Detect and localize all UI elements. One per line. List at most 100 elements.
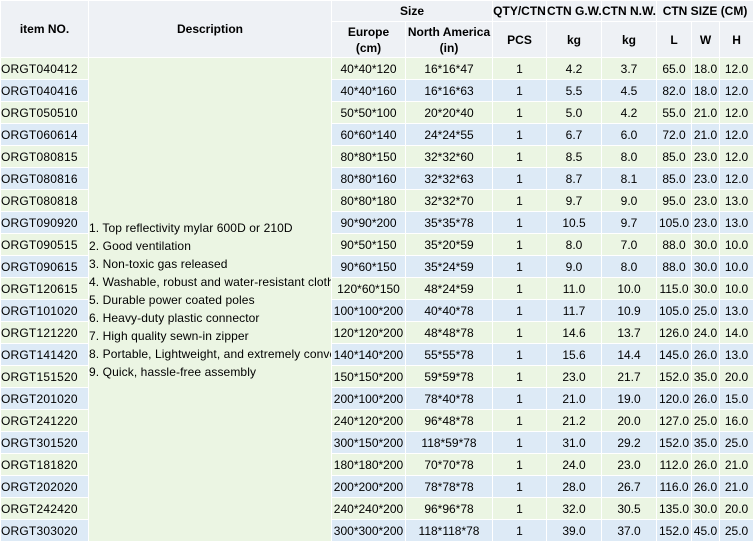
header-w: W <box>691 21 721 58</box>
net-weight-cell: 9.7 <box>601 211 658 234</box>
europe-size-cell: 120*60*150 <box>331 277 406 300</box>
europe-size-cell: 80*80*180 <box>331 189 406 212</box>
width-cell: 26.0 <box>691 453 721 476</box>
feature-item: 1. Top reflectivity mylar 600D or 210D <box>89 220 293 235</box>
north-america-size-cell: 118*118*78 <box>404 519 494 542</box>
header-qty-per-ctn: QTY/CTN <box>492 0 548 22</box>
table-row: ORGT040412 1. Top reflectivity mylar 600D… <box>0 57 754 542</box>
net-weight-cell: 29.2 <box>601 431 658 454</box>
header-europe-unit: (cm) <box>355 40 382 55</box>
pcs-cell: 1 <box>492 101 548 124</box>
north-america-size-cell: 78*78*78 <box>404 475 494 498</box>
length-cell: 112.0 <box>656 453 693 476</box>
header-north-america-unit: (in) <box>439 40 459 55</box>
feature-item: 7. High quality sewn-in zipper <box>89 328 249 343</box>
europe-size-cell: 200*200*200 <box>331 475 406 498</box>
north-america-size-cell: 59*59*78 <box>404 365 494 388</box>
width-cell: 35.0 <box>691 431 721 454</box>
length-cell: 95.0 <box>656 189 693 212</box>
width-cell: 35.0 <box>691 365 721 388</box>
pcs-cell: 1 <box>492 145 548 168</box>
header-ctn-gw: CTN G.W. <box>546 0 603 22</box>
width-cell: 30.0 <box>691 497 721 520</box>
height-cell: 15.0 <box>719 387 754 410</box>
height-cell: 13.0 <box>719 211 754 234</box>
length-cell: 105.0 <box>656 299 693 322</box>
item-number-cell: ORGT151520 <box>0 365 89 388</box>
length-cell: 88.0 <box>656 255 693 278</box>
header-kg-gw: kg <box>546 21 603 58</box>
width-cell: 26.0 <box>691 343 721 366</box>
gross-weight-cell: 11.7 <box>546 299 603 322</box>
pcs-cell: 1 <box>492 497 548 520</box>
gross-weight-cell: 11.0 <box>546 277 603 300</box>
gross-weight-cell: 8.5 <box>546 145 603 168</box>
pcs-cell: 1 <box>492 211 548 234</box>
net-weight-cell: 6.0 <box>601 123 658 146</box>
net-weight-cell: 10.0 <box>601 277 658 300</box>
width-cell: 21.0 <box>691 101 721 124</box>
feature-item: 9. Quick, hassle-free assembly <box>89 364 257 379</box>
item-number-cell: ORGT090615 <box>0 255 89 278</box>
pcs-cell: 1 <box>492 167 548 190</box>
gross-weight-cell: 28.0 <box>546 475 603 498</box>
north-america-size-cell: 70*70*78 <box>404 453 494 476</box>
item-number-cell: ORGT090920 <box>0 211 89 234</box>
net-weight-cell: 19.0 <box>601 387 658 410</box>
feature-item: 6. Heavy-duty plastic connector <box>89 310 260 325</box>
pcs-cell: 1 <box>492 189 548 212</box>
net-weight-cell: 30.5 <box>601 497 658 520</box>
north-america-size-cell: 20*20*40 <box>404 101 494 124</box>
europe-size-cell: 50*50*100 <box>331 101 406 124</box>
north-america-size-cell: 40*40*78 <box>404 299 494 322</box>
length-cell: 127.0 <box>656 409 693 432</box>
pcs-cell: 1 <box>492 299 548 322</box>
product-spec-table: item NO. Description Size QTY/CTN CTN G.… <box>0 0 754 542</box>
item-number-cell: ORGT303020 <box>0 519 89 542</box>
europe-size-cell: 40*40*120 <box>331 57 406 80</box>
europe-size-cell: 180*180*200 <box>331 453 406 476</box>
net-weight-cell: 21.7 <box>601 365 658 388</box>
height-cell: 13.0 <box>719 299 754 322</box>
feature-item: 3. Non-toxic gas released <box>89 256 228 271</box>
pcs-cell: 1 <box>492 431 548 454</box>
item-number-cell: ORGT141420 <box>0 343 89 366</box>
height-cell: 12.0 <box>719 101 754 124</box>
width-cell: 25.0 <box>691 299 721 322</box>
north-america-size-cell: 118*59*78 <box>404 431 494 454</box>
gross-weight-cell: 8.7 <box>546 167 603 190</box>
header-kg-nw: kg <box>601 21 658 58</box>
header-europe-label: Europe <box>347 24 390 39</box>
gross-weight-cell: 6.7 <box>546 123 603 146</box>
gross-weight-cell: 23.0 <box>546 365 603 388</box>
item-number-cell: ORGT120615 <box>0 277 89 300</box>
pcs-cell: 1 <box>492 79 548 102</box>
height-cell: 16.0 <box>719 409 754 432</box>
net-weight-cell: 23.0 <box>601 453 658 476</box>
gross-weight-cell: 31.0 <box>546 431 603 454</box>
europe-size-cell: 90*60*150 <box>331 255 406 278</box>
europe-size-cell: 90*50*150 <box>331 233 406 256</box>
height-cell: 25.0 <box>719 431 754 454</box>
length-cell: 72.0 <box>656 123 693 146</box>
net-weight-cell: 10.9 <box>601 299 658 322</box>
europe-size-cell: 200*100*200 <box>331 387 406 410</box>
europe-size-cell: 80*80*150 <box>331 145 406 168</box>
header-north-america: North America (in) <box>404 21 494 58</box>
europe-size-cell: 300*300*200 <box>331 519 406 542</box>
item-number-cell: ORGT080816 <box>0 167 89 190</box>
net-weight-cell: 9.0 <box>601 189 658 212</box>
length-cell: 152.0 <box>656 519 693 542</box>
gross-weight-cell: 9.7 <box>546 189 603 212</box>
height-cell: 20.0 <box>719 365 754 388</box>
length-cell: 65.0 <box>656 57 693 80</box>
pcs-cell: 1 <box>492 255 548 278</box>
height-cell: 14.0 <box>719 321 754 344</box>
width-cell: 24.0 <box>691 321 721 344</box>
width-cell: 30.0 <box>691 277 721 300</box>
pcs-cell: 1 <box>492 475 548 498</box>
gross-weight-cell: 8.0 <box>546 233 603 256</box>
length-cell: 85.0 <box>656 145 693 168</box>
height-cell: 12.0 <box>719 79 754 102</box>
europe-size-cell: 150*150*200 <box>331 365 406 388</box>
